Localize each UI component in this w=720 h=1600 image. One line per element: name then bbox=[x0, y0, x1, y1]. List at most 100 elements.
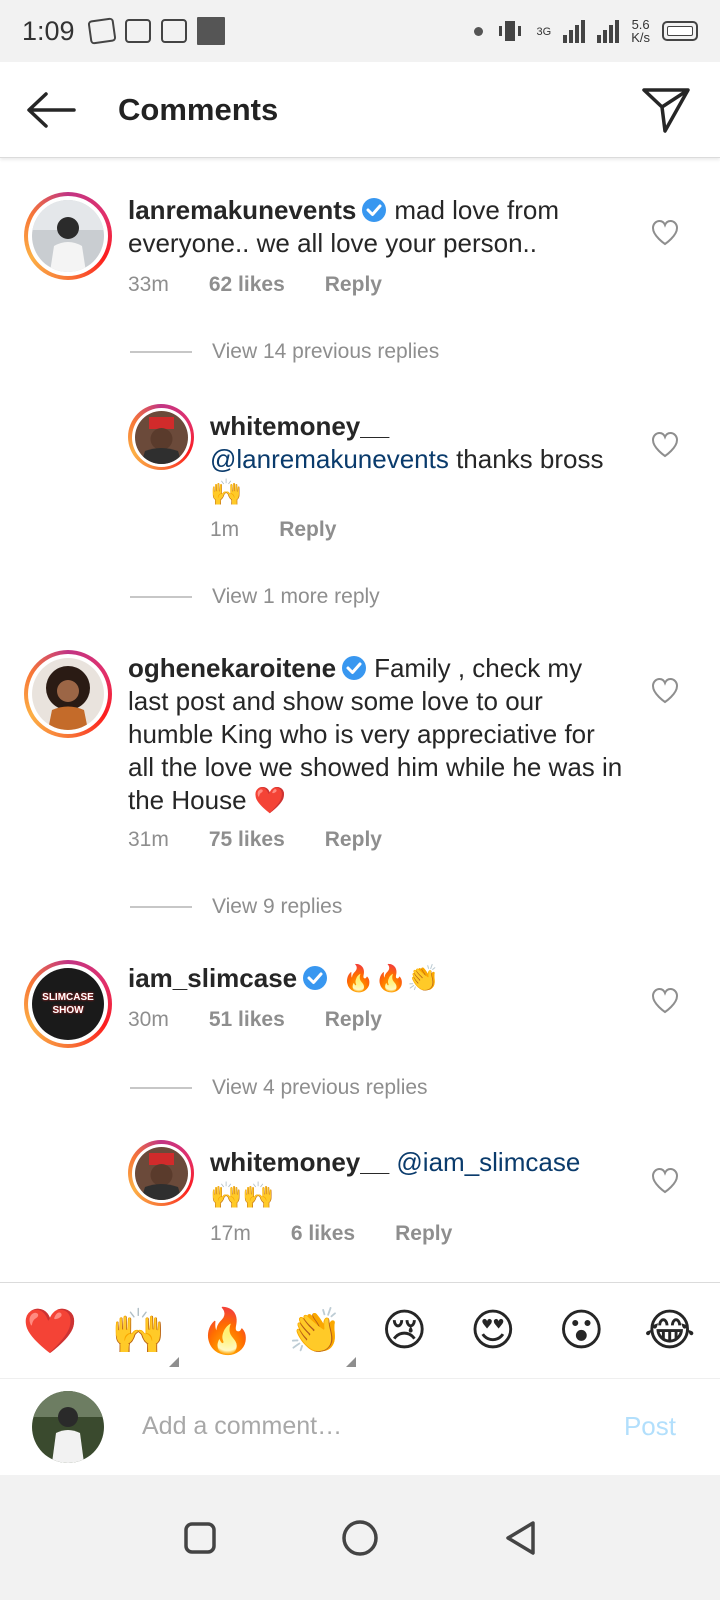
reply-message: thanks bross bbox=[448, 444, 604, 474]
post-button[interactable]: Post bbox=[624, 1411, 676, 1442]
reply-username[interactable]: whitemoney__ bbox=[210, 411, 389, 441]
reply-button[interactable]: Reply bbox=[325, 828, 382, 852]
reply-mention[interactable]: @iam_slimcase bbox=[396, 1147, 580, 1177]
user-photo-icon bbox=[32, 1390, 104, 1463]
comment-likes[interactable]: 75 likes bbox=[209, 828, 285, 852]
emoji-heart-button[interactable]: ❤️ bbox=[22, 1303, 78, 1359]
view-replies-label: View 4 previous replies bbox=[212, 1076, 428, 1099]
view-replies-button[interactable]: View 14 previous replies bbox=[130, 340, 439, 364]
view-replies-button[interactable]: View 9 replies bbox=[130, 895, 342, 919]
like-heart-icon[interactable] bbox=[650, 986, 680, 1016]
gmail-icon bbox=[160, 19, 187, 43]
back-arrow-icon bbox=[27, 91, 76, 128]
user-photo-icon bbox=[32, 658, 104, 730]
comment-composer: Post bbox=[0, 1378, 720, 1474]
avatar[interactable] bbox=[128, 404, 194, 470]
share-button[interactable] bbox=[636, 80, 696, 140]
emoji-surprised-button[interactable]: 😮 bbox=[553, 1303, 609, 1359]
reply-button[interactable]: Reply bbox=[325, 1008, 382, 1032]
recent-apps-button[interactable] bbox=[175, 1513, 225, 1563]
header: Comments bbox=[0, 62, 720, 158]
verified-badge-icon bbox=[362, 198, 387, 222]
nav-back-button[interactable] bbox=[495, 1513, 545, 1563]
square-icon bbox=[184, 1521, 216, 1554]
skin-tone-indicator bbox=[345, 1356, 356, 1367]
battery-icon bbox=[662, 21, 698, 41]
reply-time: 17m bbox=[210, 1222, 251, 1245]
comment-time: 33m bbox=[128, 273, 169, 296]
view-replies-label: View 9 replies bbox=[212, 895, 343, 918]
reply-button[interactable]: Reply bbox=[395, 1222, 452, 1246]
reply-emoji: 🙌🙌 bbox=[210, 1181, 275, 1211]
comments-list: lanremakunevents mad love from everyone..… bbox=[0, 160, 720, 1305]
user-photo-icon bbox=[134, 410, 188, 464]
reply-username[interactable]: whitemoney__ bbox=[210, 1147, 389, 1177]
emoji-laughing-button[interactable]: 😂 bbox=[642, 1303, 698, 1359]
reply-time: 1m bbox=[210, 518, 240, 541]
signal-icon bbox=[563, 19, 586, 43]
divider-line bbox=[130, 596, 192, 598]
comment-likes[interactable]: 62 likes bbox=[209, 273, 285, 297]
avatar[interactable] bbox=[24, 650, 112, 738]
emoji-raised-hands-button[interactable]: 🙌 bbox=[111, 1303, 179, 1367]
reply-text: whitemoney__ @iam_slimcase 🙌🙌 bbox=[210, 1146, 630, 1213]
dot-icon bbox=[473, 26, 483, 36]
vibrate-icon bbox=[498, 21, 521, 41]
reply-likes[interactable]: 6 likes bbox=[291, 1222, 355, 1246]
status-bar: 1:09 3G 5.6 K/s bbox=[0, 0, 720, 62]
emoji-clap-button[interactable]: 👏 bbox=[288, 1303, 356, 1367]
notification-icon bbox=[196, 17, 225, 45]
user-photo-icon bbox=[32, 200, 104, 272]
comment-username[interactable]: iam_slimcase bbox=[128, 963, 297, 993]
divider-line bbox=[130, 351, 192, 353]
verified-badge-icon bbox=[342, 656, 367, 680]
like-heart-icon[interactable] bbox=[650, 1166, 680, 1196]
comment-emoji: ❤️ bbox=[253, 786, 287, 816]
avatar[interactable] bbox=[128, 1140, 194, 1206]
system-nav-bar bbox=[0, 1475, 720, 1600]
view-replies-label: View 14 previous replies bbox=[212, 340, 440, 363]
view-more-replies-button[interactable]: View 1 more reply bbox=[130, 585, 380, 609]
skin-tone-indicator bbox=[168, 1356, 179, 1367]
avatar[interactable]: SLIMCASE SHOW bbox=[24, 960, 112, 1048]
user-photo-icon bbox=[134, 1146, 188, 1200]
circle-icon bbox=[342, 1519, 378, 1556]
avatar[interactable] bbox=[24, 192, 112, 280]
avatar-logo-text: SLIMCASE SHOW bbox=[42, 992, 94, 1016]
sync-icon bbox=[87, 17, 117, 45]
emoji-crying-button[interactable]: 😢 bbox=[376, 1303, 432, 1359]
page-title: Comments bbox=[118, 91, 279, 127]
reply-emoji: 🙌 bbox=[210, 478, 243, 508]
reply-button[interactable]: Reply bbox=[325, 273, 382, 297]
comment-input[interactable] bbox=[142, 1412, 582, 1441]
view-replies-button[interactable]: View 4 previous replies bbox=[130, 1076, 428, 1100]
network-type: 3G bbox=[536, 26, 552, 38]
divider-line bbox=[130, 906, 192, 908]
emoji-heart-eyes-button[interactable]: 😍 bbox=[465, 1303, 521, 1359]
comment-text: oghenekaroitene Family , check my last po… bbox=[128, 652, 628, 818]
reply-button[interactable]: Reply bbox=[279, 518, 336, 542]
comment-likes[interactable]: 51 likes bbox=[209, 1008, 285, 1032]
like-heart-icon[interactable] bbox=[650, 218, 680, 248]
emoji-fire-button[interactable]: 🔥 bbox=[199, 1303, 255, 1359]
signal-icon-2 bbox=[597, 19, 620, 43]
comment-time: 30m bbox=[128, 1008, 169, 1031]
send-icon bbox=[642, 87, 690, 133]
like-heart-icon[interactable] bbox=[650, 676, 680, 706]
comment-text: iam_slimcase 🔥🔥👏 bbox=[128, 962, 628, 996]
home-button[interactable] bbox=[335, 1513, 385, 1563]
triangle-back-icon bbox=[506, 1520, 535, 1555]
status-time: 1:09 bbox=[22, 15, 75, 46]
comment-emoji: 🔥🔥👏 bbox=[342, 964, 440, 994]
current-user-avatar bbox=[32, 1390, 104, 1463]
comment-username[interactable]: lanremakunevents bbox=[128, 195, 356, 225]
comment-username[interactable]: oghenekaroitene bbox=[128, 653, 336, 683]
like-heart-icon[interactable] bbox=[650, 430, 680, 460]
back-button[interactable] bbox=[16, 80, 86, 140]
verified-badge-icon bbox=[303, 966, 328, 990]
reply-mention[interactable]: @lanremakunevents bbox=[210, 444, 449, 474]
outlook-icon bbox=[124, 19, 151, 43]
comment-time: 31m bbox=[128, 828, 169, 851]
view-replies-label: View 1 more reply bbox=[212, 585, 380, 608]
emoji-quick-bar: ❤️ 🙌 🔥 👏 😢 😍 😮 😂 bbox=[0, 1282, 720, 1378]
